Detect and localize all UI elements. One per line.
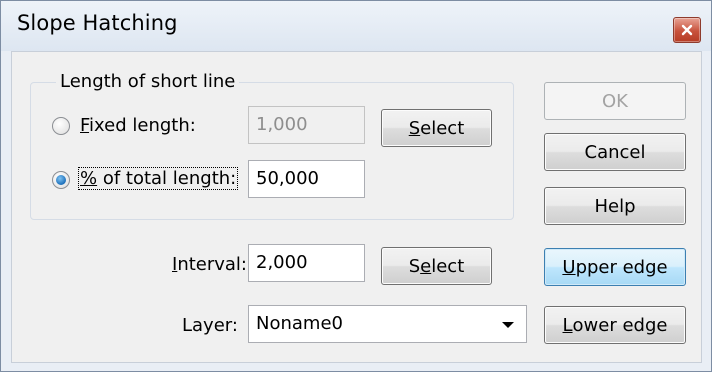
percent-length-input[interactable]: 50,000 [248,160,365,198]
close-button[interactable] [673,17,701,43]
fixed-length-label[interactable]: Fixed length: [80,115,196,136]
help-button[interactable]: Help [544,187,686,225]
interval-label: Interval: [172,254,248,275]
groupbox-title: Length of short line [56,71,240,92]
fixed-length-input[interactable]: 1,000 [248,106,365,144]
percent-length-radio[interactable] [52,171,70,189]
layer-label: Layer: [182,315,238,336]
cancel-button[interactable]: Cancel [544,133,686,171]
interval-input[interactable]: 2,000 [248,244,365,282]
fixed-length-radio[interactable] [52,117,70,135]
layer-select[interactable]: Noname0 [248,305,527,343]
lower-edge-button[interactable]: Lower edge [544,306,686,344]
ok-button[interactable]: OK [544,82,686,120]
title-bar[interactable]: Slope Hatching [1,1,711,51]
select-interval-button[interactable]: Se lect [381,247,492,285]
layer-select-value: Noname0 [256,313,343,334]
dropdown-arrow-icon[interactable] [502,322,514,328]
radio-selected-dot [56,175,66,185]
short-line-groupbox [30,82,514,220]
close-icon [681,24,693,36]
window-title: Slope Hatching [17,11,178,35]
select-fixed-length-button[interactable]: Select [381,109,492,147]
percent-length-label[interactable]: % of total length: [78,167,239,190]
upper-edge-button[interactable]: Upper edge [544,248,686,286]
